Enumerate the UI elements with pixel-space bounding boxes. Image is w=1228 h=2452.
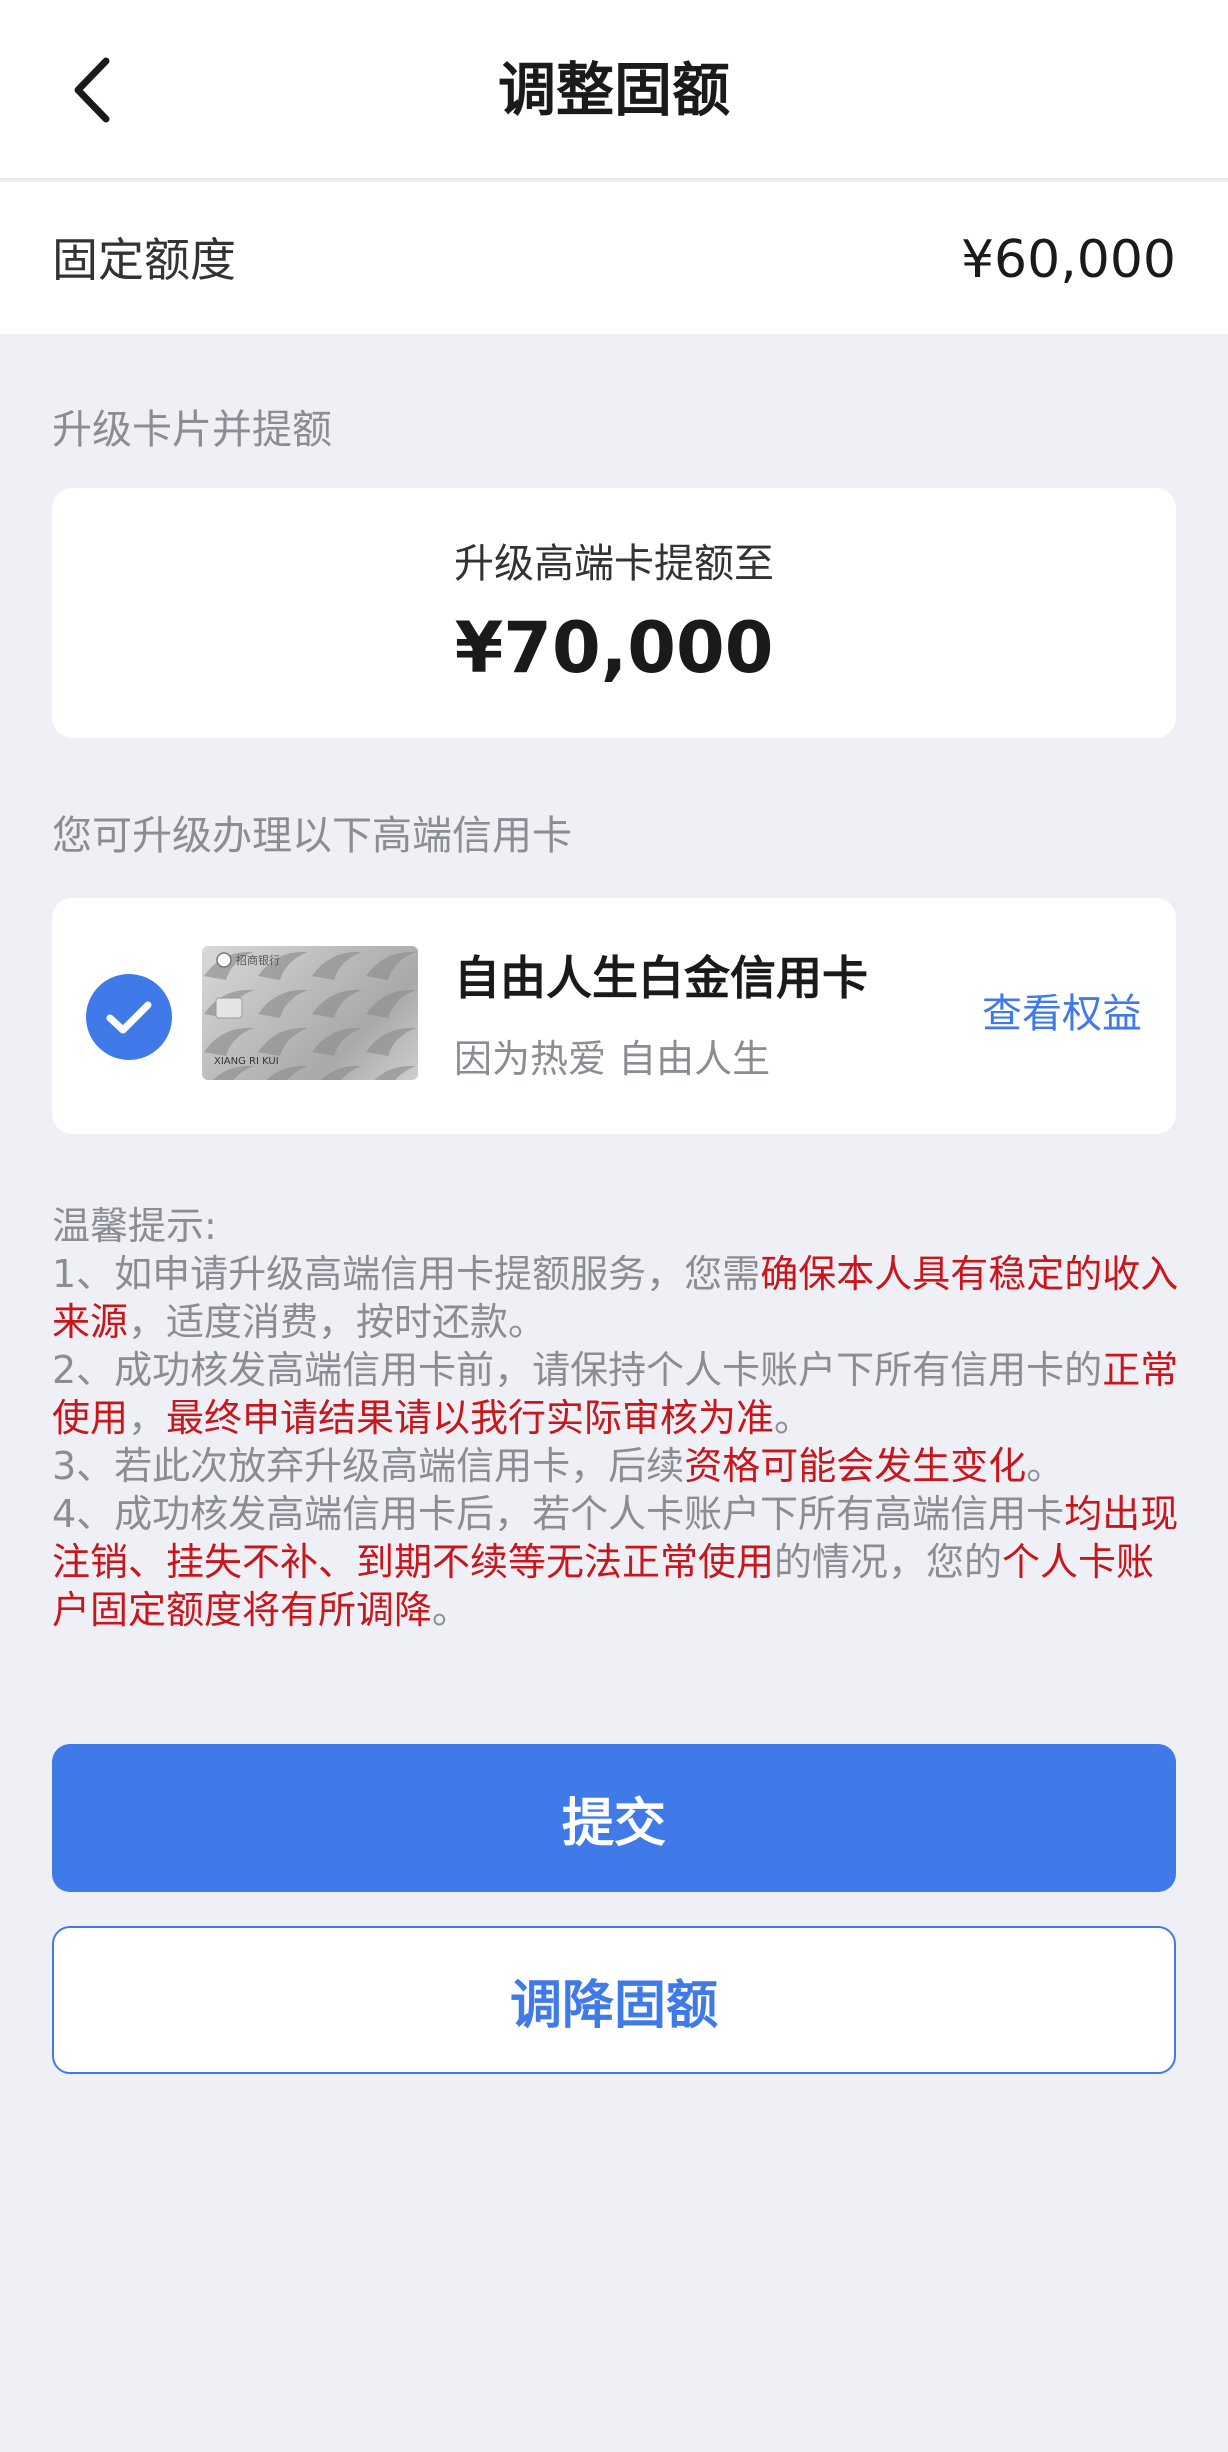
tip-text: ，: [128, 1396, 167, 1440]
card-caption: XIANG RI KUI: [214, 1056, 279, 1067]
upgrade-text: 升级高端卡提额至: [454, 541, 774, 587]
reduce-limit-button[interactable]: 调降固额: [52, 1926, 1176, 2074]
tips-list: 1、如申请升级高端信用卡提额服务，您需确保本人具有稳定的收入来源，适度消费，按时…: [52, 1250, 1182, 1634]
tips-title: 温馨提示:: [52, 1204, 217, 1248]
page: 调整固额 固定额度 ¥60,000 升级卡片并提额 升级高端卡提额至 ¥70,0…: [0, 0, 1228, 2452]
tip-highlight-text: 最终申请结果请以我行实际审核为准: [166, 1396, 775, 1440]
tip-text: 。: [774, 1396, 813, 1440]
upgrade-amount-card: 升级高端卡提额至 ¥70,000: [52, 488, 1176, 738]
page-title: 调整固额: [497, 56, 730, 124]
fixed-limit-value: ¥60,000: [960, 230, 1176, 290]
card-section-label: 您可升级办理以下高端信用卡: [52, 813, 572, 859]
card-bank-mark: 招商银行: [236, 953, 280, 967]
tip-item: 2、成功核发高端信用卡前，请保持个人卡账户下所有信用卡的正常使用，最终申请结果请…: [52, 1346, 1182, 1442]
card-slogan: 因为热爱 自由人生: [454, 1037, 771, 1081]
tip-text: 4、成功核发高端信用卡后，若个人卡账户下所有高端信用卡: [52, 1492, 1065, 1536]
card-image: 招商银行 XIANG RI KUI: [202, 946, 418, 1080]
tip-item: 1、如申请升级高端信用卡提额服务，您需确保本人具有稳定的收入来源，适度消费，按时…: [52, 1250, 1182, 1346]
fixed-limit-label: 固定额度: [52, 233, 236, 287]
tip-text: 。: [432, 1588, 471, 1632]
tip-item: 4、成功核发高端信用卡后，若个人卡账户下所有高端信用卡均出现注销、挂失不补、到期…: [52, 1490, 1182, 1634]
upgrade-section-label: 升级卡片并提额: [52, 407, 332, 453]
top-bar: 调整固额: [0, 0, 1228, 180]
tip-text: 1、如申请升级高端信用卡提额服务，您需: [52, 1252, 761, 1296]
tip-text: 2、成功核发高端信用卡前，请保持个人卡账户下所有信用卡的: [52, 1348, 1103, 1392]
card-name: 自由人生白金信用卡: [454, 951, 868, 1005]
tip-item: 3、若此次放弃升级高端信用卡，后续资格可能会发生变化。: [52, 1442, 1182, 1490]
submit-button[interactable]: 提交: [52, 1744, 1176, 1892]
tip-text: 的情况，您的: [774, 1540, 1003, 1584]
tip-text: ，适度消费，按时还款。: [128, 1300, 547, 1344]
selected-check-icon[interactable]: [86, 974, 172, 1060]
upgrade-amount: ¥70,000: [454, 607, 774, 689]
card-pattern-icon: 招商银行 XIANG RI KUI: [202, 946, 418, 1080]
tip-text: 3、若此次放弃升级高端信用卡，后续: [52, 1444, 685, 1488]
view-benefits-link[interactable]: 查看权益: [982, 986, 1142, 1042]
credit-card-option[interactable]: 招商银行 XIANG RI KUI 自由人生白金信用卡 因为热爱 自由人生 查看…: [52, 898, 1176, 1134]
tip-text: 。: [1026, 1444, 1065, 1488]
tips-block: 温馨提示: 1、如申请升级高端信用卡提额服务，您需确保本人具有稳定的收入来源，适…: [52, 1202, 1182, 1634]
fixed-limit-row: 固定额度 ¥60,000: [0, 182, 1228, 334]
tip-highlight-text: 资格可能会发生变化: [684, 1444, 1027, 1488]
